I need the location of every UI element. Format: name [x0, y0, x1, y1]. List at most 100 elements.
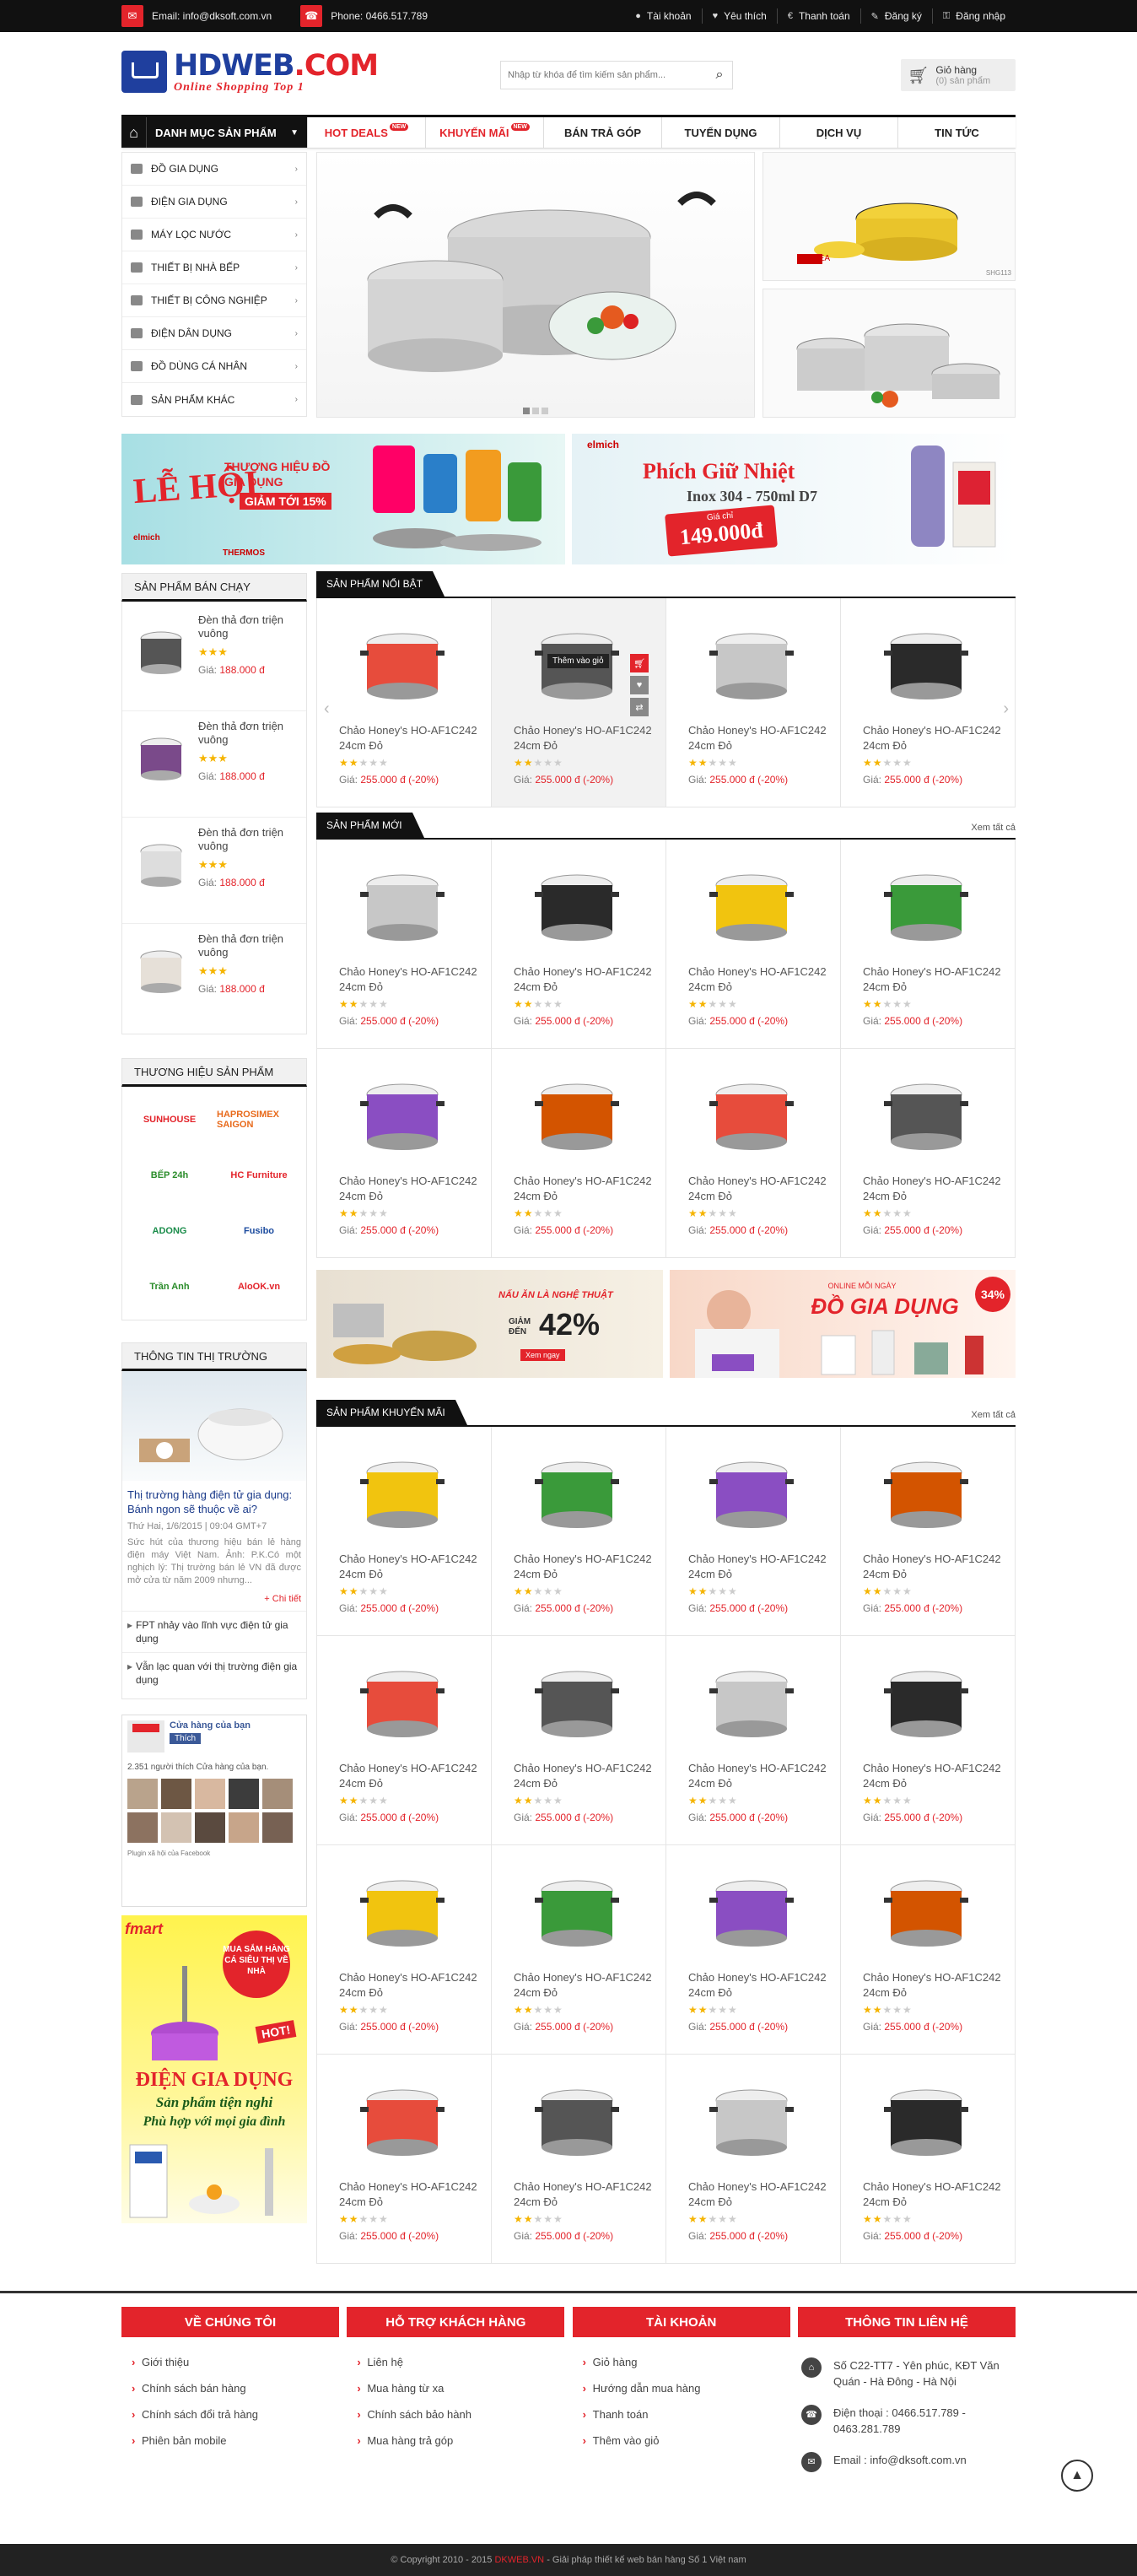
product-name[interactable]: Chảo Honey's HO-AF1C242 24cm Đỏ: [514, 1756, 657, 1791]
product-card[interactable]: Chảo Honey's HO-AF1C242 24cm Đỏ ★★★★★ Giá:…: [841, 1427, 1016, 1636]
top-email[interactable]: ✉ Email: info@dksoft.com.vn: [121, 5, 272, 27]
product-image[interactable]: [514, 2063, 657, 2174]
product-card[interactable]: Chảo Honey's HO-AF1C242 24cm Đỏ ★★★★★ Giá:…: [317, 598, 492, 807]
product-name[interactable]: Chảo Honey's HO-AF1C242 24cm Đỏ: [339, 718, 482, 753]
sidebar-category-item[interactable]: Điện dân dụng ›: [122, 317, 306, 350]
top-link-register[interactable]: ✎ Đăng ký: [859, 8, 932, 24]
product-card[interactable]: Chảo Honey's HO-AF1C242 24cm Đỏ ★★★★★ Giá:…: [666, 598, 841, 807]
product-name[interactable]: Chảo Honey's HO-AF1C242 24cm Đỏ: [339, 2174, 482, 2210]
nav-services[interactable]: Dịch vụ: [779, 117, 897, 148]
product-card[interactable]: Chảo Honey's HO-AF1C242 24cm Đỏ ★★★★★ Giá:…: [666, 1845, 841, 2055]
product-name[interactable]: Chảo Honey's HO-AF1C242 24cm Đỏ: [863, 718, 1006, 753]
product-image[interactable]: [514, 1057, 657, 1169]
hero-slider[interactable]: [316, 152, 755, 418]
category-menu-toggle[interactable]: ⌂ Danh mục sản phẩm ▼: [121, 117, 307, 148]
festival-banner[interactable]: LỄ HỘI THƯƠNG HIỆU ĐỒ GIA DỤNG GIẢM TỚI …: [121, 434, 565, 564]
product-name[interactable]: Chảo Honey's HO-AF1C242 24cm Đỏ: [339, 1547, 482, 1582]
product-name[interactable]: Chảo Honey's HO-AF1C242 24cm Đỏ: [863, 1965, 1006, 2001]
product-image[interactable]: [688, 1057, 832, 1169]
search-button[interactable]: ⌕: [707, 62, 732, 89]
product-image[interactable]: [863, 1057, 1006, 1169]
product-image[interactable]: [339, 607, 482, 718]
product-card[interactable]: Chảo Honey's HO-AF1C242 24cm Đỏ ★★★★★ Giá:…: [666, 1636, 841, 1845]
sidebar-category-item[interactable]: Đồ gia dụng ›: [122, 153, 306, 186]
product-card[interactable]: Chảo Honey's HO-AF1C242 24cm Đỏ ★★★★★ Giá:…: [492, 840, 666, 1049]
brand-logo[interactable]: Fusibo: [217, 1212, 301, 1250]
best-seller-item[interactable]: Đèn thả đơn triện vuông ★★★ Giá: 188.000 đ: [122, 818, 306, 924]
product-name[interactable]: Đèn thả đơn triện vuông: [198, 613, 301, 640]
product-card[interactable]: Chảo Honey's HO-AF1C242 24cm Đỏ ★★★★★ Giá:…: [492, 1427, 666, 1636]
product-card[interactable]: Chảo Honey's HO-AF1C242 24cm Đỏ ★★★★★ Giá:…: [666, 840, 841, 1049]
product-card[interactable]: Chảo Honey's HO-AF1C242 24cm Đỏ ★★★★★ Giá:…: [666, 1049, 841, 1258]
product-name[interactable]: Đèn thả đơn triện vuông: [198, 932, 301, 959]
best-seller-item[interactable]: Đèn thả đơn triện vuông ★★★ Giá: 188.000 đ: [122, 605, 306, 711]
product-name[interactable]: Chảo Honey's HO-AF1C242 24cm Đỏ: [514, 718, 657, 753]
add-to-cart-icon[interactable]: 🛒︎: [630, 654, 649, 672]
product-image[interactable]: [514, 1854, 657, 1965]
product-name[interactable]: Chảo Honey's HO-AF1C242 24cm Đỏ: [688, 1169, 832, 1204]
product-card[interactable]: Chảo Honey's HO-AF1C242 24cm Đỏ ★★★★★ Giá:…: [317, 2055, 492, 2264]
product-name[interactable]: Chảo Honey's HO-AF1C242 24cm Đỏ: [863, 2174, 1006, 2210]
product-name[interactable]: Chảo Honey's HO-AF1C242 24cm Đỏ: [863, 1756, 1006, 1791]
product-name[interactable]: Chảo Honey's HO-AF1C242 24cm Đỏ: [339, 1169, 482, 1204]
product-card[interactable]: Thêm vào giỏ 🛒︎ ♥ ⇄ Chảo Honey's HO-AF1C242 …: [492, 598, 666, 807]
footer-link[interactable]: Mua hàng trả góp: [347, 2427, 564, 2454]
home-icon[interactable]: ⌂: [121, 117, 147, 148]
product-image[interactable]: [863, 1644, 1006, 1756]
see-all-link[interactable]: Xem tất cả: [971, 1410, 1016, 1425]
news-link[interactable]: FPT nhảy vào lĩnh vực điện tử gia dụng: [122, 1611, 306, 1652]
product-image[interactable]: [127, 826, 195, 894]
search-input[interactable]: [501, 62, 707, 89]
product-image[interactable]: [514, 848, 657, 959]
nav-careers[interactable]: Tuyển dụng: [661, 117, 779, 148]
product-name[interactable]: Chảo Honey's HO-AF1C242 24cm Đỏ: [688, 1965, 832, 2001]
footer-link[interactable]: Thêm vào giỏ: [573, 2427, 790, 2454]
product-image[interactable]: [339, 2063, 482, 2174]
product-image[interactable]: [127, 613, 195, 681]
product-name[interactable]: Chảo Honey's HO-AF1C242 24cm Đỏ: [688, 2174, 832, 2210]
top-link-wishlist[interactable]: ♥ Yêu thích: [701, 8, 777, 24]
product-name[interactable]: Chảo Honey's HO-AF1C242 24cm Đỏ: [688, 959, 832, 995]
product-card[interactable]: Chảo Honey's HO-AF1C242 24cm Đỏ ★★★★★ Giá:…: [317, 1427, 492, 1636]
compare-icon[interactable]: ⇄: [630, 698, 649, 716]
sidebar-category-item[interactable]: Sản phẩm khác ›: [122, 383, 306, 416]
brand-logo[interactable]: SUNHOUSE: [127, 1100, 212, 1139]
product-image[interactable]: [688, 1644, 832, 1756]
product-name[interactable]: Chảo Honey's HO-AF1C242 24cm Đỏ: [514, 959, 657, 995]
product-image[interactable]: [127, 932, 195, 1000]
news-headline[interactable]: Thị trường hàng điện tử gia dụng: Bánh n…: [122, 1481, 306, 1516]
news-link[interactable]: Vẫn lạc quan với thị trường điện gia dụn…: [122, 1652, 306, 1693]
product-name[interactable]: Chảo Honey's HO-AF1C242 24cm Đỏ: [514, 2174, 657, 2210]
promo-thumb-korea[interactable]: KOREA SHG113: [762, 152, 1016, 281]
product-image[interactable]: [863, 1854, 1006, 1965]
brand-logo[interactable]: Trần Anh: [127, 1267, 212, 1306]
footer-link[interactable]: Liên hệ: [347, 2349, 564, 2375]
product-card[interactable]: Chảo Honey's HO-AF1C242 24cm Đỏ ★★★★★ Giá:…: [317, 1845, 492, 2055]
product-image[interactable]: [127, 720, 195, 787]
product-card[interactable]: Chảo Honey's HO-AF1C242 24cm Đỏ ★★★★★ Giá:…: [492, 1845, 666, 2055]
nav-promotions[interactable]: Khuyến mãi new: [425, 117, 543, 148]
product-name[interactable]: Đèn thả đơn triện vuông: [198, 826, 301, 853]
see-all-link[interactable]: Xem tất cả: [971, 823, 1016, 838]
product-name[interactable]: Đèn thả đơn triện vuông: [198, 720, 301, 747]
product-card[interactable]: Chảo Honey's HO-AF1C242 24cm Đỏ ★★★★★ Giá:…: [841, 1636, 1016, 1845]
footer-link[interactable]: Chính sách đổi trả hàng: [121, 2401, 339, 2427]
product-image[interactable]: [863, 2063, 1006, 2174]
product-image[interactable]: [863, 1435, 1006, 1547]
product-image[interactable]: [339, 1057, 482, 1169]
product-card[interactable]: Chảo Honey's HO-AF1C242 24cm Đỏ ★★★★★ Giá:…: [666, 1427, 841, 1636]
nav-installment[interactable]: Bán trả góp: [543, 117, 661, 148]
nav-hot-deals[interactable]: Hot deals new: [307, 117, 425, 148]
product-card[interactable]: Chảo Honey's HO-AF1C242 24cm Đỏ ★★★★★ Giá:…: [492, 1636, 666, 1845]
product-card[interactable]: Chảo Honey's HO-AF1C242 24cm Đỏ ★★★★★ Giá:…: [666, 2055, 841, 2264]
back-to-top-button[interactable]: ▲: [1061, 2460, 1093, 2492]
brand-logo[interactable]: AloOK.vn: [217, 1267, 301, 1306]
product-image[interactable]: [339, 848, 482, 959]
product-image[interactable]: [863, 848, 1006, 959]
top-link-login[interactable]: ⚿ Đăng nhập: [931, 8, 1016, 24]
product-image[interactable]: [514, 1644, 657, 1756]
news-image[interactable]: [122, 1371, 306, 1481]
footer-link[interactable]: Hướng dẫn mua hàng: [573, 2375, 790, 2401]
brand-logo[interactable]: ADONG: [127, 1212, 212, 1250]
sidebar-category-item[interactable]: Điện gia dụng ›: [122, 186, 306, 219]
